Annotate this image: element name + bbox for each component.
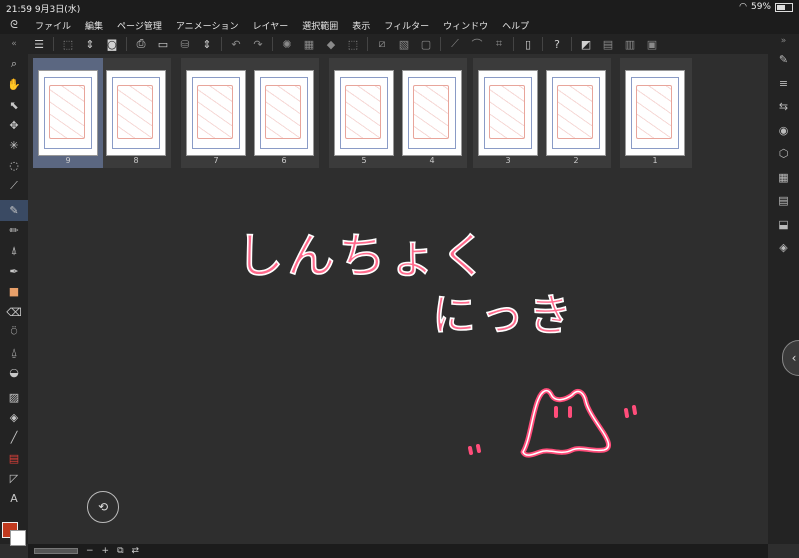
zoom-slider[interactable]: [34, 548, 78, 554]
rotate-icon: ⟲: [97, 500, 109, 514]
fit-icon[interactable]: ⧉: [117, 546, 123, 556]
canvas-rotate-button[interactable]: ⟲: [87, 491, 119, 523]
handwritten-doodle: しんちょく にっき: [235, 227, 637, 458]
ghost-doodle: [468, 388, 637, 458]
zoom-out-button[interactable]: −: [86, 546, 94, 556]
handwritten-text-line1: しんちょく: [236, 228, 491, 284]
handwritten-text-line2: にっき: [432, 290, 576, 341]
zoom-in-button[interactable]: +: [102, 546, 110, 556]
flip-icon[interactable]: ⇄: [132, 546, 140, 556]
bottom-bar: − + ⧉ ⇄: [28, 544, 768, 558]
